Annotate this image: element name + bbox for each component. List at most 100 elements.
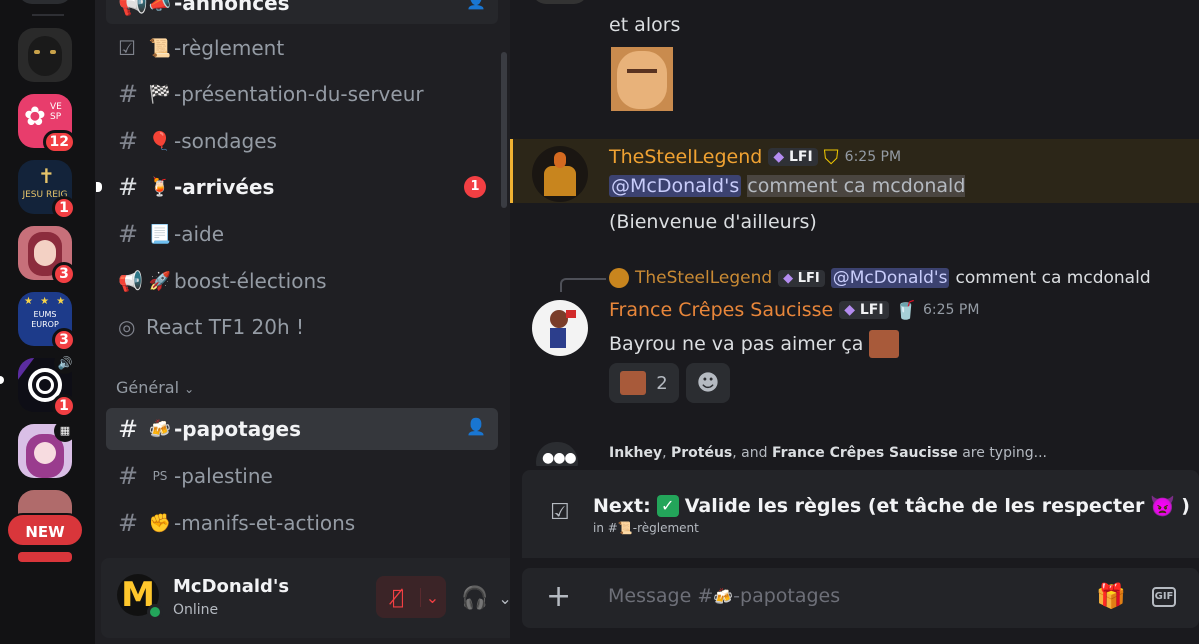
server-icon-cat[interactable] xyxy=(18,28,72,82)
hash-icon: # xyxy=(118,462,139,490)
server-icon-anime[interactable]: 3 xyxy=(18,226,76,286)
username[interactable]: McDonald's xyxy=(173,576,289,597)
category-general[interactable]: Général ⌄ xyxy=(116,378,194,397)
home-button[interactable] xyxy=(18,0,72,4)
new-unreads-pill[interactable]: NEW xyxy=(6,513,84,547)
invite-icon[interactable]: 👤 xyxy=(466,0,486,10)
server-mention-badge: 3 xyxy=(52,328,76,352)
online-status-icon xyxy=(147,604,163,620)
channel-emoji: 🍻 xyxy=(148,418,172,440)
channel-emoji: 📃 xyxy=(148,223,172,245)
channel-boost-elections[interactable]: 📢 🚀 boost-élections xyxy=(106,260,498,302)
server-tag[interactable]: ◆ LFI xyxy=(839,301,889,319)
invite-icon[interactable]: 👤 xyxy=(466,417,486,436)
author-name[interactable]: TheSteelLegend xyxy=(609,146,762,168)
beer-icon: 🍻 xyxy=(713,587,734,606)
megaphone-icon: 📢 xyxy=(118,269,143,293)
avatar[interactable] xyxy=(532,146,588,202)
next-close: ) xyxy=(1181,495,1190,517)
message-header: TheSteelLegend ◆ LFI ⛉ 6:25 PM xyxy=(609,145,901,169)
channel-emoji: 📜 xyxy=(148,37,172,59)
category-label: Général xyxy=(116,378,180,397)
hash-icon: # xyxy=(118,80,139,108)
avatar[interactable] xyxy=(532,0,588,4)
channel-annonces[interactable]: 📢 📣 -annonces 👤 xyxy=(106,0,498,24)
typing-separator: , xyxy=(662,445,671,461)
user-mention: @McDonald's xyxy=(830,268,950,288)
reply-preview[interactable]: TheSteelLegend ◆ LFI @McDonald's comment… xyxy=(609,268,1151,288)
add-reaction-button[interactable]: ☻ xyxy=(686,363,730,403)
message-composer: + Message #🍻-papotages 🎁 GIF xyxy=(522,568,1199,628)
hash-icon: # xyxy=(118,220,139,248)
channel-name: -arrivées xyxy=(174,175,275,199)
hash-icon: # xyxy=(118,509,139,537)
message-input[interactable]: Message #🍻-papotages xyxy=(608,585,840,607)
announcement-icon: 📢 xyxy=(118,0,148,17)
scroll-icon: 📜 xyxy=(617,521,633,535)
server-icon-partial[interactable] xyxy=(18,552,72,562)
server-icon-jesus[interactable]: ✝ JESU REIG 1 xyxy=(18,160,76,220)
typing-user: Protéus xyxy=(670,445,733,461)
channel-scrollbar[interactable] xyxy=(501,52,507,208)
channel-aide[interactable]: # 📃 -aide xyxy=(106,213,498,255)
server-icon-europe[interactable]: ★ ★ ★ EUMS EUROP 3 xyxy=(18,292,76,352)
hash-icon: # xyxy=(118,173,139,201)
server-unread-pill xyxy=(0,376,4,384)
checkmark-icon: ✓ xyxy=(656,495,679,517)
next-step-title: Next: ✓ Valide les règles (et tâche de l… xyxy=(593,494,1190,518)
chevron-down-icon[interactable]: ⌄ xyxy=(420,587,444,607)
server-mention-badge: 12 xyxy=(42,130,76,154)
user-mention[interactable]: @McDonald's xyxy=(609,175,742,197)
message-text: et alors xyxy=(609,14,681,36)
channel-name: React TF1 20h ! xyxy=(146,315,305,339)
mute-button[interactable]: 🎙̸ ⌄ xyxy=(376,576,446,618)
channel-presentation[interactable]: # 🏁 -présentation-du-serveur xyxy=(106,73,498,115)
channel-palestine[interactable]: # PS -palestine xyxy=(106,455,498,497)
avatar[interactable] xyxy=(532,300,588,356)
next-text: Valide les règles (et tâche de les respe… xyxy=(684,495,1145,517)
channel-name: -aide xyxy=(174,222,225,246)
channel-emoji: PS xyxy=(152,469,168,483)
channel-name: -papotages xyxy=(174,417,302,441)
custom-emoji xyxy=(620,371,647,395)
server-icon-anime2[interactable]: ▦ xyxy=(18,420,76,478)
channel-sondages[interactable]: # 🎈 -sondages xyxy=(106,120,498,162)
next-step-subtitle: in #📜-règlement xyxy=(593,521,699,535)
server-mention-badge: 1 xyxy=(52,394,76,418)
server-mention-badge: 1 xyxy=(52,196,76,220)
rules-icon: ☑ xyxy=(118,36,136,60)
channel-manifs[interactable]: # ✊ -manifs-et-actions xyxy=(106,502,498,544)
user-status: Online xyxy=(173,602,219,618)
typing-separator: , and xyxy=(732,445,772,461)
devil-icon: 👿 xyxy=(1150,494,1176,518)
reply-connector xyxy=(560,278,606,292)
server-mention-badge: 3 xyxy=(52,262,76,286)
author-name[interactable]: France Crêpes Saucisse xyxy=(609,299,833,321)
server-icon-pink[interactable]: ✿ VE SP 12 xyxy=(18,94,76,154)
channel-reglement[interactable]: ☑ 📜 -règlement xyxy=(106,27,498,69)
meme-image[interactable] xyxy=(611,47,673,111)
stage-icon: ◎ xyxy=(118,315,136,339)
server-rail: ✿ VE SP 12 ✝ JESU REIG 1 3 ★ ★ ★ EUMS EUR… xyxy=(0,0,95,644)
message-text: Bayrou ne va pas aimer ça xyxy=(609,330,900,358)
server-tag[interactable]: ◆ LFI xyxy=(768,148,818,166)
channel-emoji: 🎈 xyxy=(148,130,172,152)
gif-icon[interactable]: GIF xyxy=(1152,587,1176,607)
server-icon-current[interactable]: 🔊 1 xyxy=(18,352,76,418)
reaction-button[interactable]: 2 xyxy=(609,363,679,403)
typing-indicator: Inkhey, Protéus, and France Crêpes Sauci… xyxy=(609,445,1047,461)
channel-name: -palestine xyxy=(174,464,273,488)
channel-papotages[interactable]: # 🍻 -papotages 👤 xyxy=(106,408,498,450)
next-step-banner[interactable]: ☑ Next: ✓ Valide les règles (et tâche de… xyxy=(522,470,1199,558)
channel-arrivees[interactable]: # 🍹 -arrivées 1 xyxy=(96,166,498,208)
typing-user: Inkhey xyxy=(609,445,663,461)
channel-react-tf1[interactable]: ◎ React TF1 20h ! xyxy=(106,306,498,348)
channel-list: 📢 📣 -annonces 👤 ☑ 📜 -règlement # 🏁 -prés… xyxy=(95,0,593,644)
typing-avatar: ●●● xyxy=(532,436,582,466)
channel-name: -présentation-du-serveur xyxy=(174,82,424,106)
speaker-icon: 🔊 xyxy=(54,352,76,374)
gem-icon: ◆ xyxy=(844,302,855,318)
unread-indicator xyxy=(96,182,102,192)
plus-icon[interactable]: + xyxy=(546,580,571,614)
gift-icon[interactable]: 🎁 xyxy=(1096,582,1126,610)
